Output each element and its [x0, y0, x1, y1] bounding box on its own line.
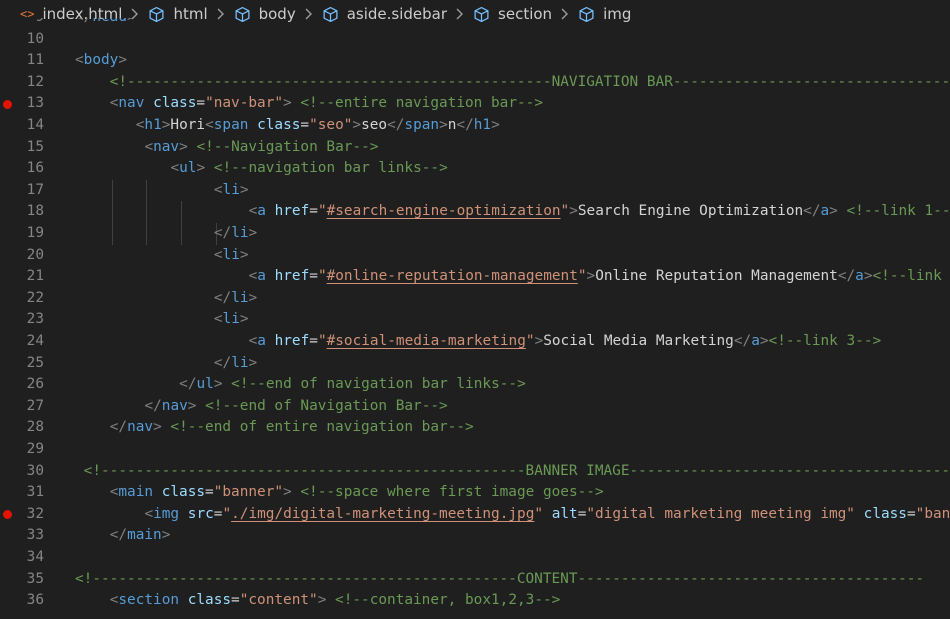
code-text: </li> — [213, 289, 258, 306]
line-number: 9 — [0, 18, 44, 29]
code-line[interactable]: 20 <li> — [0, 245, 950, 267]
code-line[interactable]: 14 <h1>Hori<span class="seo">seo</span>n<… — [0, 115, 950, 137]
code-text: <!--------------------------------------… — [75, 570, 925, 587]
code-text: <!--------------------------------------… — [83, 462, 950, 479]
code-line[interactable]: 35 <!------------------------------------… — [0, 569, 950, 591]
code-line[interactable]: 10 — [0, 29, 950, 51]
line-number: 21 — [26, 268, 44, 285]
code-line[interactable]: 28 </nav> <!--end of entire navigation ba… — [0, 417, 950, 439]
line-number: 33 — [26, 527, 44, 544]
line-number: 26 — [26, 376, 44, 393]
indent-guide — [146, 223, 148, 245]
code-line[interactable]: 26 </ul> <!--end of navigation bar links-… — [0, 374, 950, 396]
line-number: 27 — [26, 397, 44, 414]
code-text: </li> — [213, 354, 258, 371]
line-number: 25 — [26, 354, 44, 371]
line-number: 15 — [26, 138, 44, 155]
code-line[interactable]: 24 <a href="#social-media-marketing">Soci… — [0, 331, 950, 353]
code-line[interactable]: 32 <img src="./img/digital-marketing-meet… — [0, 504, 950, 526]
line-number: 30 — [26, 462, 44, 479]
code-line[interactable]: 17 <li> — [0, 179, 950, 202]
line-number: 16 — [26, 160, 44, 177]
code-line[interactable]: 33 </main> — [0, 525, 950, 547]
code-text: <a href="#search-engine-optimization">Se… — [248, 203, 950, 220]
code-line[interactable]: 11 <body> — [0, 50, 950, 72]
code-text: <li> — [213, 181, 249, 198]
code-line[interactable]: 36 <section class="content"> <!--containe… — [0, 590, 950, 612]
code-text: </main> — [109, 527, 171, 544]
code-line[interactable]: 19 </li> — [0, 223, 950, 245]
line-number: 23 — [26, 311, 44, 328]
code-text: <section class="content"> <!--container,… — [109, 592, 561, 609]
code-line[interactable]: 9 </head> — [0, 18, 950, 29]
code-text: <li> — [213, 246, 249, 263]
code-line[interactable]: 31 <main class="banner"> <!--space where … — [0, 482, 950, 504]
indent-guide — [146, 201, 148, 223]
code-line[interactable]: 29 — [0, 439, 950, 461]
code-text: <body> — [75, 52, 127, 69]
code-line[interactable]: 22 </li> — [0, 288, 950, 310]
code-line[interactable]: 18 <a href="#search-engine-optimization">… — [0, 201, 950, 223]
code-text: <a href="#social-media-marketing">Social… — [248, 333, 882, 349]
code-text: <main class="banner"> <!--space where fi… — [109, 484, 604, 501]
line-number: 28 — [26, 419, 44, 436]
code-text: <ul> <!--navigation bar links--> — [170, 160, 448, 177]
line-number: 35 — [26, 570, 44, 587]
code-line[interactable]: 25 </li> — [0, 353, 950, 375]
line-number: 34 — [26, 549, 44, 565]
line-number: 29 — [26, 441, 44, 457]
line-number: 10 — [26, 30, 44, 47]
code-line[interactable]: 12 <!------------------------------------… — [0, 72, 950, 94]
code-text: <a href="#online-reputation-management">… — [248, 268, 942, 285]
line-number: 12 — [26, 73, 44, 90]
line-number: 14 — [26, 117, 44, 133]
line-number: 20 — [26, 246, 44, 263]
line-number: 13 — [26, 95, 44, 112]
line-number: 36 — [26, 592, 44, 609]
line-number: 18 — [26, 203, 44, 220]
line-number: 31 — [26, 484, 44, 501]
line-number: 17 — [26, 181, 44, 198]
code-line[interactable]: 27 </nav> <!--end of Navigation Bar--> — [0, 396, 950, 418]
code-text: </head> — [75, 18, 136, 29]
code-text: <h1>Hori<span class="seo">seo</span>n</h… — [135, 117, 500, 133]
code-text: <nav class="nav-bar"> <!--entire navigat… — [109, 95, 543, 112]
code-text: <nav> <!--Navigation Bar--> — [144, 138, 379, 155]
line-number: 11 — [26, 52, 44, 69]
indent-guide — [111, 179, 113, 202]
code-text: <img src="./img/digital-marketing-meetin… — [144, 505, 950, 522]
code-line[interactable]: 21 <a href="#online-reputation-management… — [0, 266, 950, 288]
code-line[interactable]: 13 <nav class="nav-bar"> <!--entire navig… — [0, 93, 950, 115]
line-number: 32 — [26, 505, 44, 522]
indent-guide — [181, 201, 183, 223]
indent-guide — [111, 201, 113, 223]
code-text: </ul> <!--end of navigation bar links--> — [179, 376, 526, 393]
code-line[interactable]: 16 <ul> <!--navigation bar links--> — [0, 158, 950, 180]
line-number: 24 — [26, 333, 44, 349]
code-text: <!--------------------------------------… — [109, 73, 950, 90]
code-editor[interactable]: 9 </head> 10 11 <body> 12 <!------------------… — [0, 18, 950, 619]
code-line[interactable]: 34 — [0, 547, 950, 569]
code-text: </li> — [213, 225, 258, 241]
code-text: </nav> <!--end of entire navigation bar-… — [109, 419, 474, 436]
code-line[interactable]: 30 <!------------------------------------… — [0, 461, 950, 483]
indent-guide — [111, 223, 113, 245]
indent-guide — [181, 223, 183, 245]
line-number: 19 — [26, 225, 44, 241]
code-text: <li> — [213, 311, 249, 328]
line-number: 22 — [26, 289, 44, 306]
indent-guide — [146, 179, 148, 202]
code-line[interactable]: 15 <nav> <!--Navigation Bar--> — [0, 137, 950, 159]
code-text: </nav> <!--end of Navigation Bar--> — [144, 397, 448, 414]
code-line[interactable]: 23 <li> — [0, 309, 950, 331]
